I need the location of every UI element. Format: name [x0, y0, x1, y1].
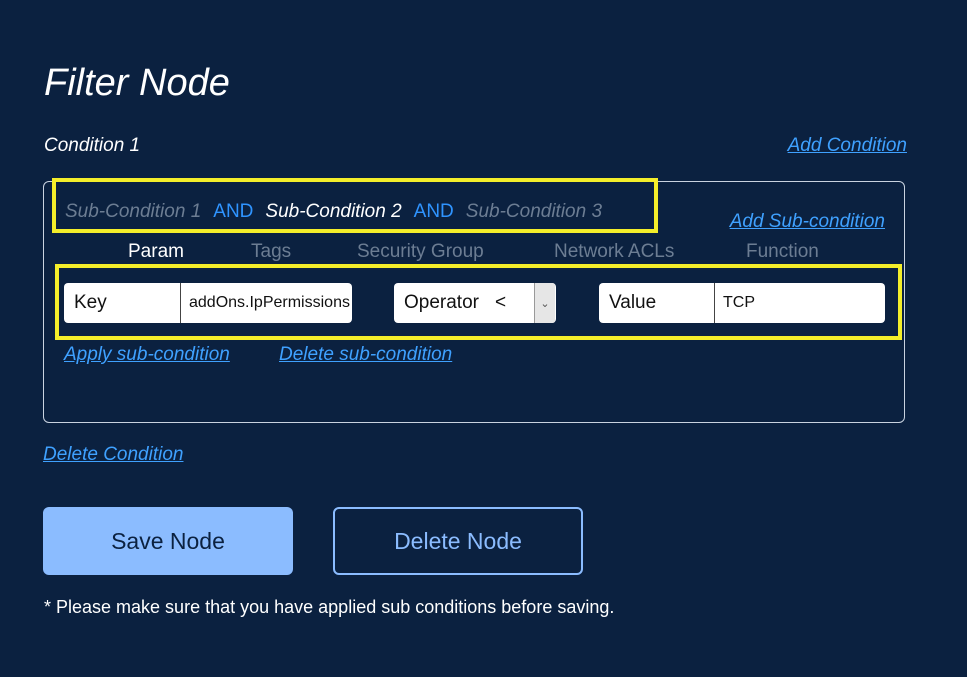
tab-tags[interactable]: Tags [251, 241, 291, 263]
delete-node-button[interactable]: Delete Node [333, 507, 583, 575]
tab-security-group[interactable]: Security Group [357, 241, 484, 263]
inputs-highlight [55, 264, 902, 340]
delete-sub-condition-link[interactable]: Delete sub-condition [279, 344, 452, 366]
save-node-button[interactable]: Save Node [43, 507, 293, 575]
param-tabs: Param Tags Security Group Network ACLs F… [0, 241, 967, 265]
page-title: Filter Node [44, 62, 230, 104]
condition-label: Condition 1 [44, 135, 141, 156]
tab-network-acls[interactable]: Network ACLs [554, 241, 674, 263]
tab-function[interactable]: Function [746, 241, 819, 263]
save-note: * Please make sure that you have applied… [44, 597, 615, 617]
sub-condition-highlight [52, 178, 658, 233]
add-condition-link[interactable]: Add Condition [788, 135, 907, 157]
add-sub-condition-link[interactable]: Add Sub-condition [730, 211, 885, 233]
apply-sub-condition-link[interactable]: Apply sub-condition [64, 344, 230, 366]
tab-param[interactable]: Param [128, 241, 184, 263]
delete-condition-link[interactable]: Delete Condition [43, 444, 183, 466]
